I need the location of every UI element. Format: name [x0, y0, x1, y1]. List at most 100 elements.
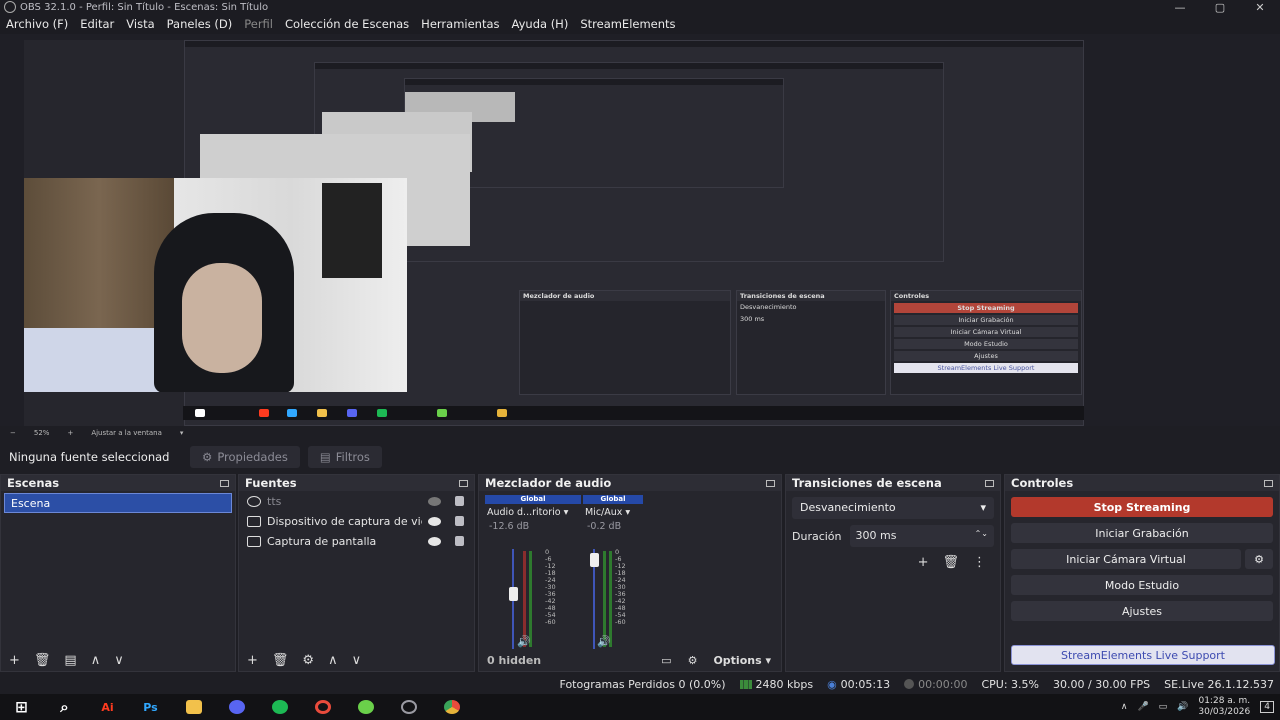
studio-mode-button[interactable]: Modo Estudio — [1011, 575, 1273, 595]
menu-editar[interactable]: Editar — [74, 17, 120, 31]
move-down-button[interactable]: ∨ — [352, 653, 362, 668]
spin-arrows-icon[interactable]: ⌃⌄ — [975, 529, 988, 543]
se-live-support-button[interactable]: StreamElements Live Support — [1011, 645, 1275, 665]
undock-icon[interactable] — [459, 479, 468, 487]
scene-item[interactable]: Escena — [4, 493, 232, 513]
discord-icon[interactable] — [215, 694, 258, 720]
nested-start-recording: Iniciar Grabación — [894, 315, 1078, 325]
undock-icon[interactable] — [1264, 479, 1273, 487]
stop-streaming-button[interactable]: Stop Streaming — [1011, 497, 1273, 517]
options-dropdown[interactable]: Options ▾ — [713, 654, 771, 667]
source-name: Captura de pantalla — [267, 534, 377, 548]
move-up-button[interactable]: ∧ — [328, 653, 338, 668]
menu-perfil[interactable]: Perfil — [238, 17, 279, 31]
undock-icon[interactable] — [985, 479, 994, 487]
more-options-icon[interactable]: ⋮ — [973, 555, 986, 570]
nested-discord-icon — [347, 409, 357, 417]
lock-icon[interactable] — [455, 496, 464, 506]
eye-hidden-icon[interactable] — [428, 496, 441, 506]
windows-start-icon[interactable]: ⊞ — [0, 694, 43, 720]
zoom-out-button[interactable]: − — [10, 429, 16, 437]
move-down-button[interactable]: ∨ — [114, 653, 124, 668]
source-settings-button[interactable]: ⚙ — [302, 653, 314, 668]
source-item-screen-capture[interactable]: Captura de pantalla — [239, 531, 474, 551]
zoom-in-button[interactable]: + — [67, 429, 73, 437]
stream-timer: ◉ 00:05:13 — [827, 677, 891, 691]
lock-icon[interactable] — [455, 536, 464, 546]
zoom-value: 52% — [33, 429, 50, 437]
add-scene-button[interactable]: + — [9, 653, 20, 668]
menu-vista[interactable]: Vista — [120, 17, 160, 31]
monitor-icon — [247, 535, 261, 547]
transitions-title: Transiciones de escena — [792, 476, 942, 490]
volume-fader-knob[interactable] — [509, 587, 518, 601]
menu-coleccion[interactable]: Colección de Escenas — [279, 17, 415, 31]
lock-icon[interactable] — [455, 516, 464, 526]
speaker-icon[interactable]: 🔊 — [517, 635, 531, 648]
clock[interactable]: 01:28 a. m. 30/03/2026 — [1198, 696, 1250, 718]
close-button[interactable]: ✕ — [1240, 1, 1280, 14]
notifications-badge[interactable]: 4 — [1260, 701, 1274, 713]
transition-select[interactable]: Desvanecimiento ▾ — [792, 497, 994, 519]
virtual-cam-button[interactable]: Iniciar Cámara Virtual — [1011, 549, 1241, 569]
undock-icon[interactable] — [220, 479, 229, 487]
volume-fader-knob[interactable] — [590, 553, 599, 567]
menu-streamelements[interactable]: StreamElements — [574, 17, 681, 31]
filters-button[interactable]: ▤ Filtros — [307, 446, 382, 468]
advanced-audio-icon[interactable]: ⚙ — [688, 654, 698, 667]
menu-ayuda[interactable]: Ayuda (H) — [506, 17, 575, 31]
source-name: Dispositivo de captura de vid — [267, 514, 422, 528]
minimize-button[interactable]: — — [1160, 1, 1200, 14]
nested-illustrator-icon — [259, 409, 269, 417]
start-recording-button[interactable]: Iniciar Grabación — [1011, 523, 1273, 543]
obs-icon[interactable] — [387, 694, 430, 720]
search-icon[interactable]: ⌕ — [43, 694, 86, 720]
scenes-title: Escenas — [7, 476, 60, 490]
eye-icon[interactable] — [428, 516, 441, 526]
menu-archivo[interactable]: Archivo (F) — [0, 17, 74, 31]
filters-label: Filtros — [335, 450, 370, 464]
chevron-up-icon[interactable]: ∧ — [1121, 702, 1128, 712]
xbox-icon[interactable] — [344, 694, 387, 720]
mic-icon[interactable]: 🎤 — [1137, 702, 1148, 712]
network-icon[interactable]: ▭ — [1159, 702, 1168, 712]
menu-herramientas[interactable]: Herramientas — [415, 17, 505, 31]
spotify-icon[interactable] — [258, 694, 301, 720]
nested-spotify-icon — [377, 409, 387, 417]
channel-name[interactable]: Audio d...ritorio ▾ — [485, 504, 581, 521]
source-item-capture-device[interactable]: Dispositivo de captura de vid — [239, 511, 474, 531]
remove-source-button[interactable]: 🗑 — [272, 653, 289, 668]
virtual-cam-settings-gear-icon[interactable]: ⚙ — [1245, 549, 1273, 569]
webcam-capture-image — [24, 178, 407, 392]
settings-button[interactable]: Ajustes — [1011, 601, 1273, 621]
add-transition-button[interactable]: + — [918, 555, 929, 570]
scene-filters-button[interactable]: ▤ — [64, 653, 76, 668]
layout-icon[interactable]: ▭ — [661, 654, 671, 667]
app-icon[interactable] — [301, 694, 344, 720]
sources-toolbar: + 🗑 ⚙ ∧ ∨ — [239, 649, 474, 671]
illustrator-icon[interactable]: Ai — [86, 694, 129, 720]
speaker-icon[interactable]: 🔊 — [597, 635, 611, 648]
add-source-button[interactable]: + — [247, 653, 258, 668]
maximize-button[interactable]: ▢ — [1200, 1, 1240, 14]
volume-icon[interactable]: 🔊 — [1177, 702, 1188, 712]
se-version: SE.Live 26.1.12.537 — [1164, 677, 1274, 691]
remove-transition-button[interactable]: 🗑 — [942, 555, 959, 570]
menu-paneles[interactable]: Paneles (D) — [161, 17, 239, 31]
chevron-down-icon[interactable]: ▾ — [180, 429, 184, 437]
remove-scene-button[interactable]: 🗑 — [34, 653, 51, 668]
channel-name[interactable]: Mic/Aux ▾ — [583, 504, 643, 521]
chrome-icon[interactable] — [430, 694, 473, 720]
eye-icon[interactable] — [428, 536, 441, 546]
folder-icon[interactable] — [172, 694, 215, 720]
undock-icon[interactable] — [766, 479, 775, 487]
properties-button[interactable]: ⚙ Propiedades — [190, 446, 300, 468]
move-up-button[interactable]: ∧ — [91, 653, 101, 668]
fit-window-dropdown[interactable]: Ajustar a la ventana — [91, 429, 162, 437]
clock-date: 30/03/2026 — [1198, 707, 1251, 717]
controls-dock: Controles Stop Streaming Iniciar Grabaci… — [1004, 474, 1280, 672]
source-item-tts[interactable]: tts — [239, 491, 474, 511]
transition-value: Desvanecimiento — [800, 501, 896, 514]
photoshop-icon[interactable]: Ps — [129, 694, 172, 720]
duration-spinbox[interactable]: 300 ms ⌃⌄ — [849, 525, 994, 547]
